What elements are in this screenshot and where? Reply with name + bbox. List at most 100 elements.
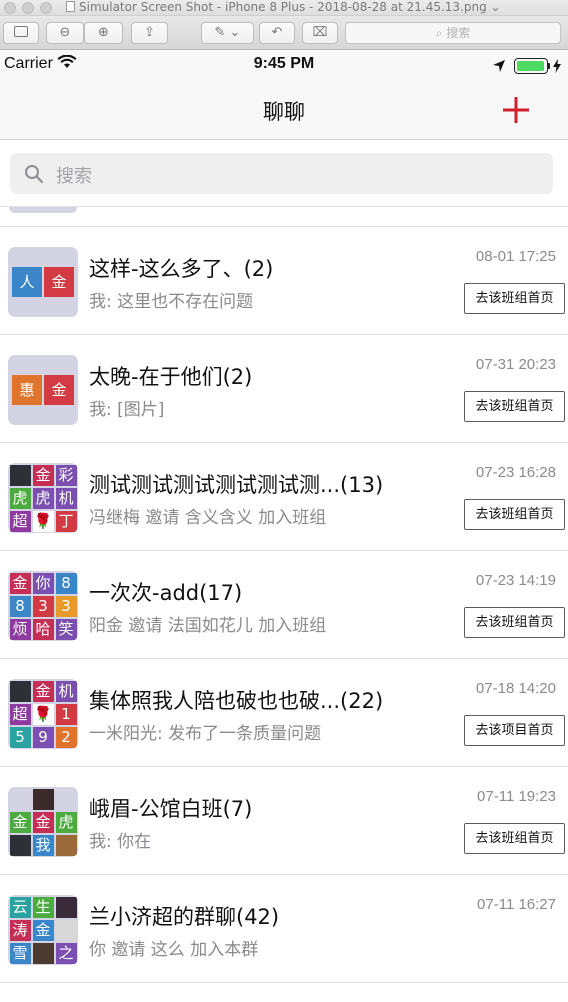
avatar-tile: 云 bbox=[9, 896, 31, 918]
chat-title: 太晚-在于他们(2) bbox=[89, 365, 253, 389]
go-to-group-home-button[interactable]: 去该项目首页 bbox=[464, 715, 565, 746]
avatar-tile: 金 bbox=[32, 464, 54, 486]
avatar-empty-tile bbox=[10, 789, 31, 810]
chat-last-message: 一米阳光: 发布了一条质量问题 bbox=[89, 724, 322, 744]
mac-search-field[interactable]: ⌕ 搜索 bbox=[345, 22, 561, 44]
avatar[interactable]: 金你8833烦哈笑 bbox=[8, 571, 78, 641]
close-window-button[interactable] bbox=[4, 2, 16, 14]
list-item[interactable]: 金彩虎虎机超 🌹 丁测试测试测试测试测试测...(13) 冯继梅 邀请 含义含义 加入… bbox=[0, 443, 568, 551]
nav-bar: 聊聊 bbox=[0, 82, 568, 140]
mac-search-placeholder: 搜索 bbox=[446, 26, 471, 40]
chat-list[interactable]: 人金这样-这么多了、(2) 我: 这里也不存在问题 08-01 17:25 去该班组首… bbox=[0, 207, 568, 1002]
avatar-tile: 我 bbox=[32, 834, 54, 856]
avatar[interactable]: 金机超 🌹 1 5 9 2 bbox=[8, 679, 78, 749]
zoom-out-button[interactable]: ⊖ bbox=[46, 22, 84, 44]
avatar-photo-tile bbox=[55, 896, 77, 918]
avatar[interactable]: 惠金 bbox=[8, 355, 78, 425]
list-item[interactable]: 云生涛金雪 之兰小济超的群聊(42) 你 邀请 这么 加入本群 07-11 16:27 bbox=[0, 875, 568, 983]
avatar-tile: 2 bbox=[55, 726, 77, 748]
chat-timestamp: 07-18 14:20 bbox=[475, 680, 556, 697]
avatar-tile: 超 bbox=[9, 703, 31, 725]
zoom-window-button[interactable] bbox=[40, 2, 52, 14]
chat-timestamp: 07-11 16:27 bbox=[477, 896, 556, 913]
avatar-tile: 3 bbox=[32, 595, 54, 617]
markup-button[interactable]: ✎ ⌄ bbox=[201, 22, 254, 44]
list-item[interactable]: 金你 8 8 3 3 烦哈笑一次次-add(17) 阳金 邀请 法国如花儿 加入班组 07-2… bbox=[0, 551, 568, 659]
share-icon: ⇪ bbox=[144, 25, 155, 40]
avatar-tile: 金 bbox=[44, 267, 74, 297]
zoom-in-icon: ⊕ bbox=[98, 25, 109, 40]
avatar-photo-tile bbox=[32, 942, 54, 964]
avatar-tile: 9 bbox=[32, 726, 54, 748]
search-placeholder: 搜索 bbox=[56, 166, 92, 187]
avatar[interactable]: 云生涛金雪 之 bbox=[8, 895, 78, 965]
avatar bbox=[9, 207, 77, 213]
zoom-out-icon: ⊖ bbox=[59, 25, 71, 40]
avatar-tile: 金 bbox=[44, 375, 74, 405]
avatar-tile: 8 bbox=[9, 595, 31, 617]
list-item[interactable]: 人金这样-这么多了、(2) 我: 这里也不存在问题 08-01 17:25 去该班组首… bbox=[0, 227, 568, 335]
go-to-group-home-button[interactable]: 去该班组首页 bbox=[464, 499, 565, 530]
avatar-photo-tile bbox=[9, 680, 31, 702]
chat-last-message: 我: 你在 bbox=[89, 832, 152, 852]
chat-last-message: 我: 这里也不存在问题 bbox=[89, 292, 254, 312]
chat-last-message: 你 邀请 这么 加入本群 bbox=[89, 940, 259, 960]
chat-title: 一次次-add(17) bbox=[89, 581, 243, 605]
plus-icon[interactable] bbox=[496, 90, 536, 130]
sidebar-icon bbox=[14, 26, 28, 37]
avatar-photo-tile bbox=[9, 834, 31, 856]
avatar-tile: 金 bbox=[9, 572, 31, 594]
search-icon bbox=[25, 165, 44, 184]
rotate-button[interactable]: ↶ bbox=[259, 22, 295, 44]
chat-last-message: 我: [图片] bbox=[89, 400, 165, 420]
charging-bolt-icon bbox=[553, 59, 561, 73]
go-to-group-home-button[interactable]: 去该班组首页 bbox=[464, 607, 565, 638]
list-item[interactable]: 金机超 🌹 1 5 9 2 集体照我人陪也破也也破...(22) 一米阳光: 发布了一条质量问… bbox=[0, 659, 568, 767]
chat-title: 兰小济超的群聊(42) bbox=[89, 905, 280, 929]
chat-last-message: 冯继梅 邀请 含义含义 加入班组 bbox=[89, 508, 327, 528]
pen-icon: ✎ ⌄ bbox=[214, 25, 241, 40]
minimize-window-button[interactable] bbox=[22, 2, 34, 14]
go-to-group-home-button[interactable]: 去该班组首页 bbox=[464, 823, 565, 854]
avatar-tile: 生 bbox=[32, 896, 54, 918]
list-item[interactable]: 惠金太晚-在于他们(2) 我: [图片] 07-31 20:23 去该班组首页 bbox=[0, 335, 568, 443]
avatar-tile: 虎 bbox=[9, 487, 31, 509]
status-bar: Carrier 9:45 PM bbox=[0, 50, 568, 82]
avatar-tile: 惠 bbox=[12, 375, 42, 405]
avatar-tile: 超 bbox=[9, 510, 31, 532]
avatar-photo-tile bbox=[55, 834, 77, 856]
list-item[interactable]: 金金虎我峨眉-公馆白班(7) 我: 你在 07-11 19:23 去该班组首页 bbox=[0, 767, 568, 875]
toolbox-button[interactable]: ⌧ bbox=[302, 22, 338, 44]
avatar-tile: 8 bbox=[55, 572, 77, 594]
sidebar-toggle-button[interactable] bbox=[3, 22, 39, 44]
go-to-group-home-button[interactable]: 去该班组首页 bbox=[464, 283, 565, 314]
avatar[interactable]: 金彩虎虎机超 🌹 丁 bbox=[8, 463, 78, 533]
search-input[interactable]: 搜索 bbox=[10, 153, 553, 194]
chat-title: 这样-这么多了、(2) bbox=[89, 257, 274, 281]
battery-nub bbox=[548, 63, 550, 69]
window-title-text: Simulator Screen Shot - iPhone 8 Plus - … bbox=[79, 0, 487, 14]
chat-last-message: 阳金 邀请 法国如花儿 加入班组 bbox=[89, 616, 327, 636]
chat-timestamp: 07-23 14:19 bbox=[475, 572, 556, 589]
avatar-photo-tile bbox=[32, 788, 54, 810]
avatar-tile: 5 bbox=[9, 726, 31, 748]
avatar[interactable]: 金金虎我 bbox=[8, 787, 78, 857]
list-item-partial[interactable] bbox=[0, 207, 568, 227]
avatar-tile: 之 bbox=[55, 942, 77, 964]
avatar-tile: 🌹 bbox=[32, 510, 54, 532]
chat-title: 集体照我人陪也破也也破...(22) bbox=[89, 689, 384, 713]
document-icon bbox=[66, 1, 75, 12]
avatar-tile: 金 bbox=[9, 811, 31, 833]
go-to-group-home-button[interactable]: 去该班组首页 bbox=[464, 391, 565, 422]
avatar-tile: 🌹 bbox=[32, 703, 54, 725]
avatar-tile: 哈 bbox=[32, 618, 54, 640]
avatar[interactable]: 人金 bbox=[8, 247, 78, 317]
mac-titlebar: Simulator Screen Shot - iPhone 8 Plus - … bbox=[0, 0, 568, 16]
zoom-in-button[interactable]: ⊕ bbox=[84, 22, 123, 44]
rotate-icon: ↶ bbox=[271, 25, 283, 40]
share-button[interactable]: ⇪ bbox=[131, 22, 168, 44]
avatar-photo-tile bbox=[9, 464, 31, 486]
avatar-tile: 机 bbox=[55, 487, 77, 509]
chevron-down-icon[interactable]: ⌄ bbox=[491, 0, 501, 14]
avatar-tile: 金 bbox=[32, 919, 54, 941]
